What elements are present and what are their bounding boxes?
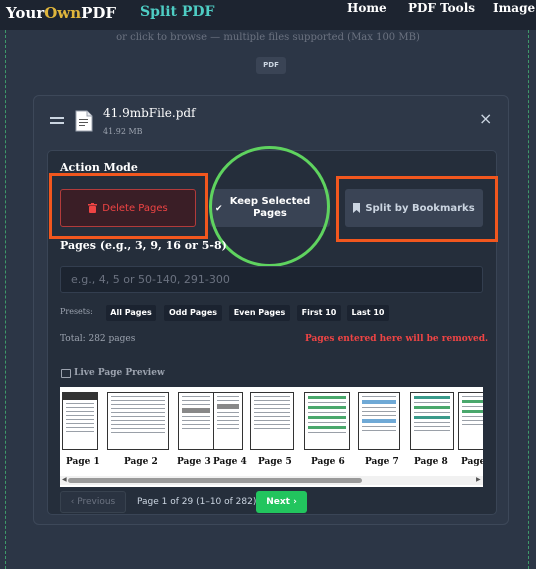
- scroll-right-icon[interactable]: ▶: [476, 476, 481, 483]
- preset-all-pages[interactable]: All Pages: [106, 305, 156, 321]
- images-icon: [61, 369, 71, 378]
- document-icon: [75, 110, 93, 132]
- upload-hint: or click to browse — multiple files supp…: [116, 32, 420, 43]
- preset-even-pages[interactable]: Even Pages: [229, 305, 290, 321]
- preview-title-text: Live Page Preview: [74, 368, 165, 378]
- presets-label: Presets:: [60, 307, 93, 316]
- page-label: Page 8: [414, 457, 448, 467]
- annotation-box-split: [336, 176, 498, 242]
- page-thumbnail[interactable]: [410, 392, 454, 450]
- pages-label: Pages (e.g., 3, 9, 16 or 5-8): [60, 239, 227, 252]
- pdf-badge: PDF: [256, 57, 286, 74]
- page-thumbnail[interactable]: [458, 392, 483, 450]
- page-label: Page 5: [258, 457, 292, 467]
- brand-prefix: Your: [6, 4, 45, 22]
- preset-last-10[interactable]: Last 10: [347, 305, 389, 321]
- brand-logo[interactable]: YourOwnPDF: [6, 4, 116, 22]
- tool-title: Split PDF: [140, 4, 215, 20]
- page-label: Page: [461, 457, 483, 467]
- page-label: Page 3: [177, 457, 211, 467]
- preset-first-10[interactable]: First 10: [297, 305, 341, 321]
- page-label: Page 1: [66, 457, 100, 467]
- page-label: Page 6: [311, 457, 345, 467]
- drag-handle-icon[interactable]: [50, 117, 64, 125]
- brand-accent: Own: [44, 4, 82, 22]
- brand-suffix: PDF: [81, 4, 117, 22]
- scroll-left-icon[interactable]: ◀: [62, 476, 67, 483]
- next-button[interactable]: Next ›: [256, 491, 307, 513]
- file-size: 41.92 MB: [103, 127, 143, 136]
- previous-button[interactable]: ‹ Previous: [60, 491, 126, 513]
- previous-label: Previous: [77, 497, 116, 507]
- annotation-box-delete: [49, 173, 208, 239]
- page-thumbnail[interactable]: [107, 392, 169, 450]
- chevron-right-icon: ›: [289, 497, 297, 507]
- page-preview-strip[interactable]: Page 1 Page 2 Page 3 Page 4 Page 5 Page …: [60, 387, 483, 487]
- page-label: Page 2: [124, 457, 158, 467]
- preset-odd-pages[interactable]: Odd Pages: [164, 305, 222, 321]
- total-pages: Total: 282 pages: [60, 334, 136, 344]
- nav-pdf-tools-link[interactable]: PDF Tools: [408, 1, 475, 15]
- page-thumbnail[interactable]: [304, 392, 350, 450]
- page-thumbnail[interactable]: [213, 392, 243, 450]
- nav-home-link[interactable]: Home: [347, 1, 387, 15]
- dropzone-border-right: [528, 30, 529, 569]
- close-icon[interactable]: ×: [479, 111, 492, 127]
- page-thumbnail[interactable]: [358, 392, 400, 450]
- preview-title: Live Page Preview: [60, 368, 165, 378]
- page-label: Page 4: [213, 457, 247, 467]
- annotation-circle-keep: [209, 146, 330, 267]
- page-label: Page 7: [365, 457, 399, 467]
- removal-warning: Pages entered here will be removed.: [305, 334, 489, 344]
- file-name: 41.9mbFile.pdf: [103, 106, 196, 120]
- nav-image-tools-link[interactable]: Image T: [493, 1, 536, 15]
- preview-scrollbar-thumb[interactable]: [68, 478, 362, 483]
- pagination-info: Page 1 of 29 (1–10 of 282): [137, 497, 257, 507]
- page-thumbnail[interactable]: [62, 392, 98, 450]
- pages-input[interactable]: [60, 266, 483, 293]
- next-label: Next: [266, 497, 290, 507]
- page-thumbnail[interactable]: [250, 392, 294, 450]
- dropzone-border-left: [5, 30, 6, 569]
- page-thumbnail[interactable]: [178, 392, 214, 450]
